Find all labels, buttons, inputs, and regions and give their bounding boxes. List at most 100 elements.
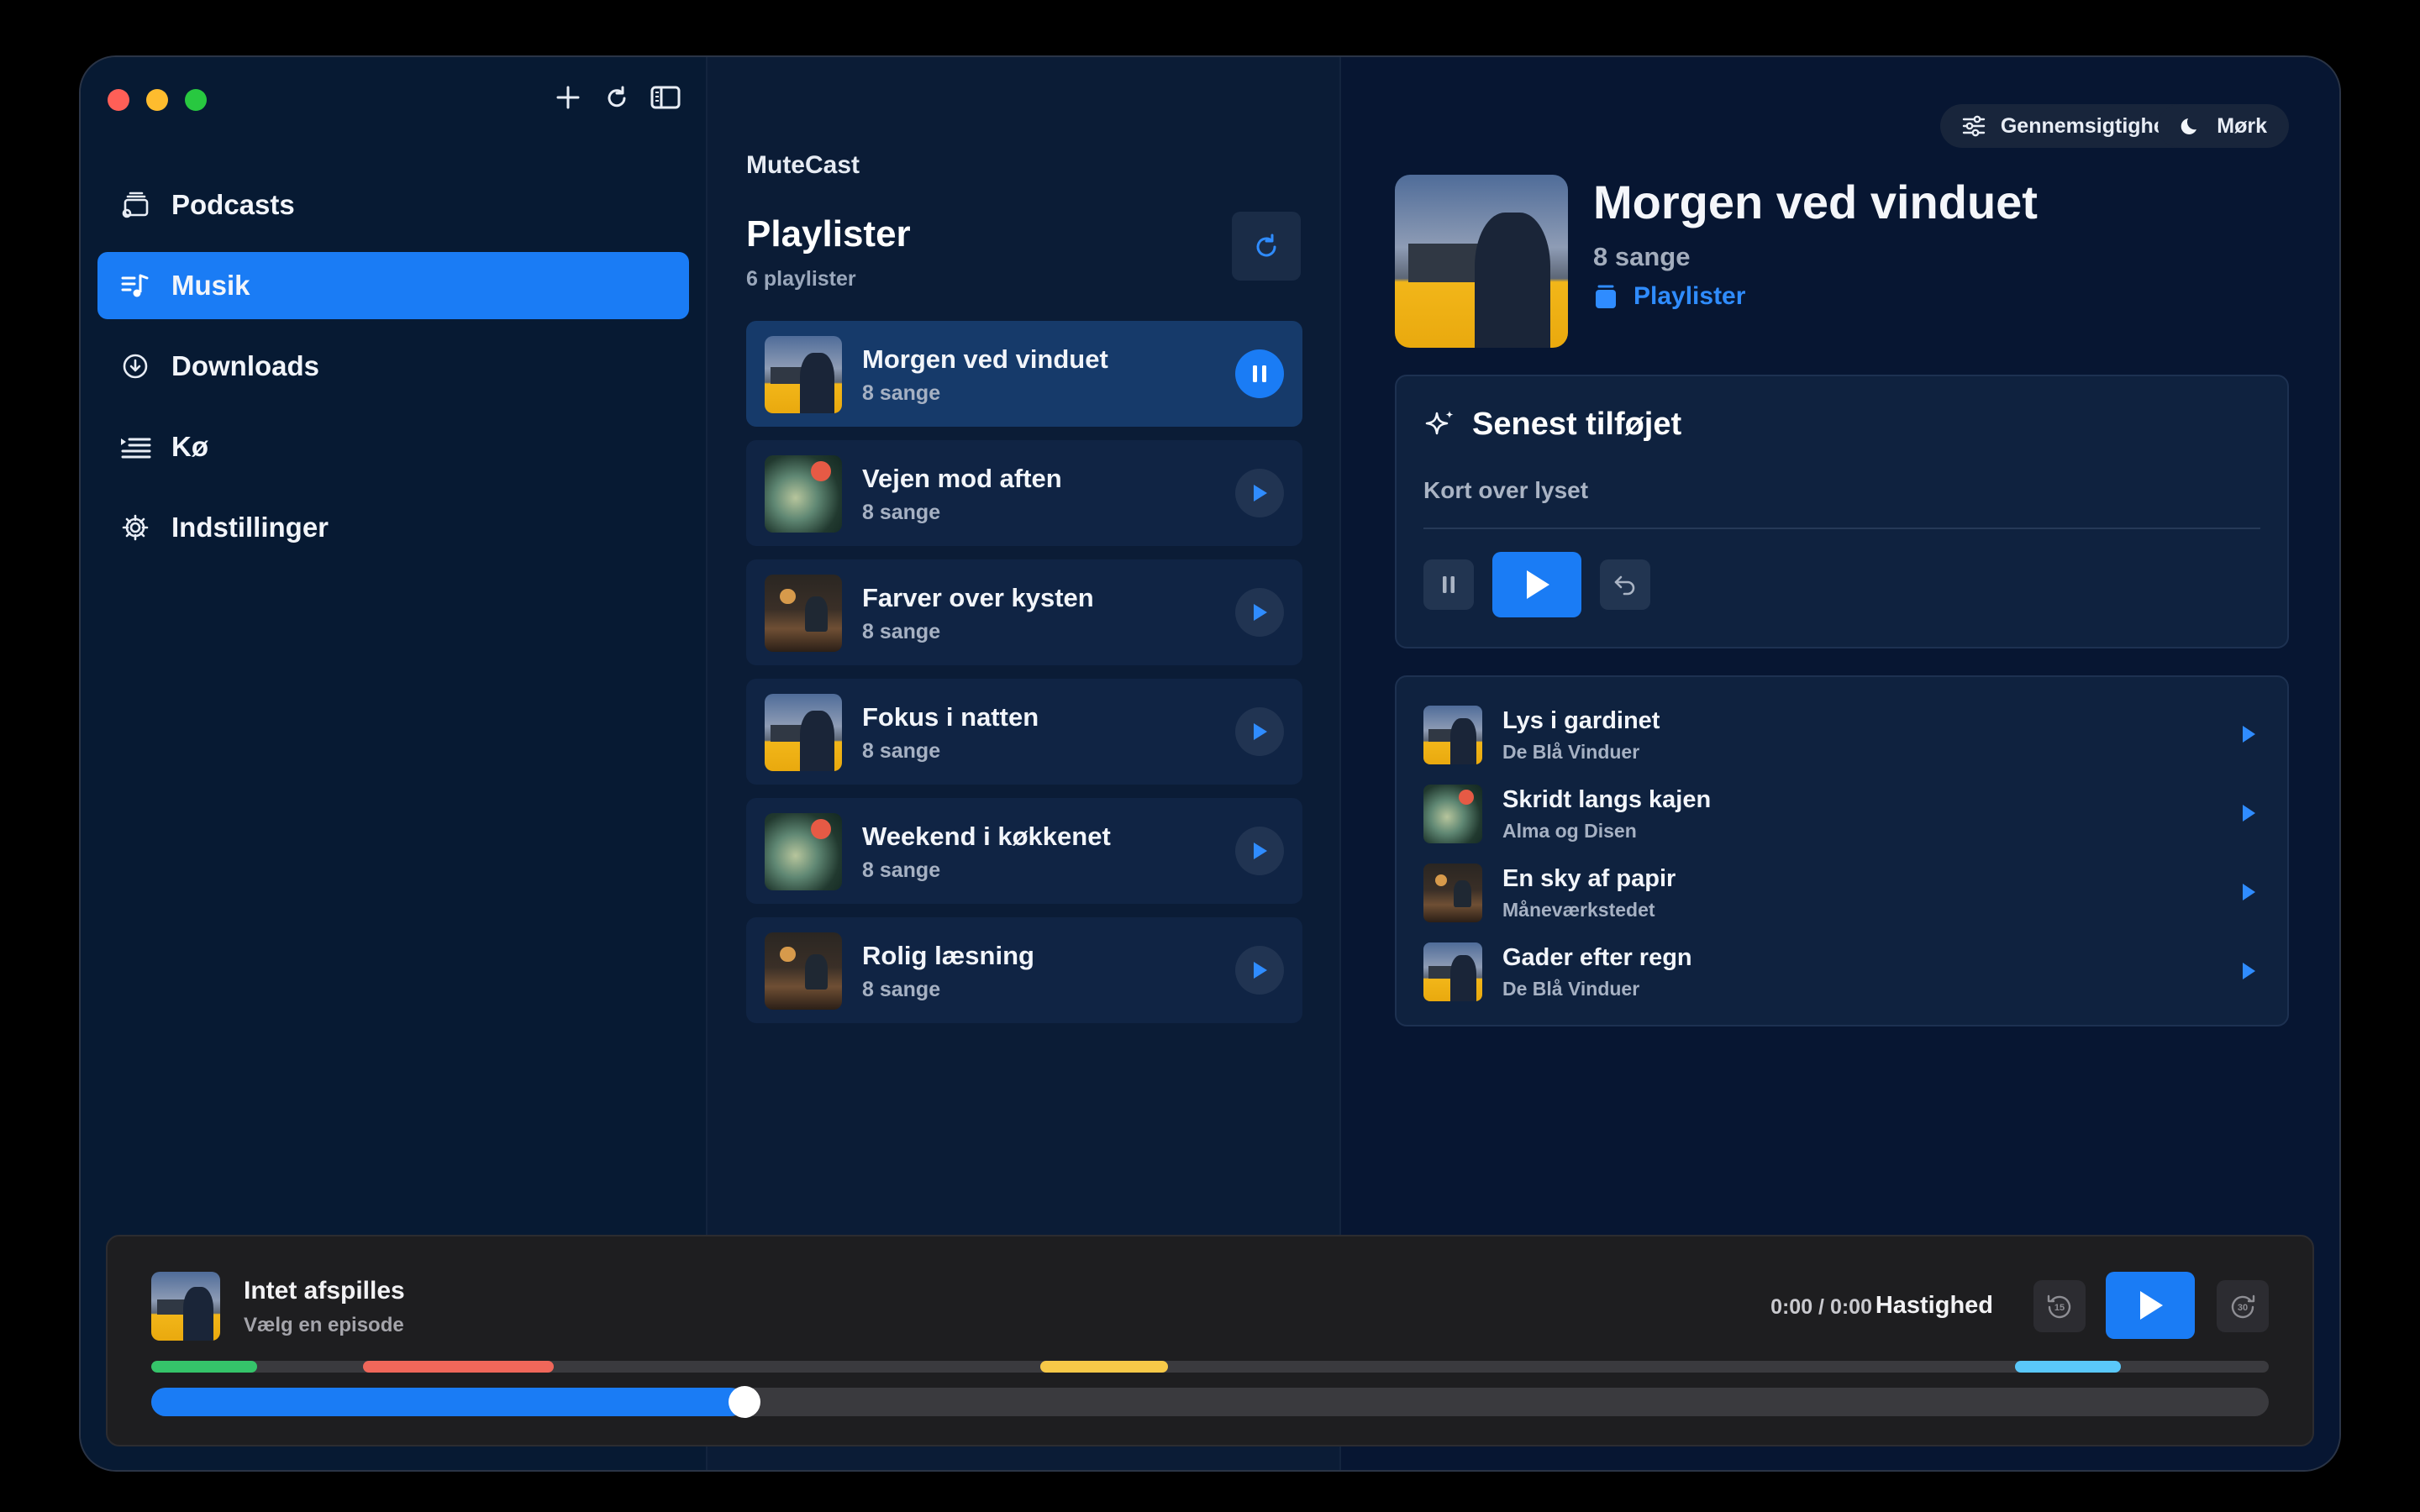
sidebar-toggle-icon[interactable] bbox=[650, 82, 681, 113]
zoom-window-button[interactable] bbox=[185, 89, 207, 111]
pause-icon bbox=[1443, 576, 1455, 593]
moon-icon bbox=[2180, 115, 2202, 137]
recently-added-title: Senest tilføjet bbox=[1423, 407, 1681, 443]
refresh-playlists-button[interactable] bbox=[1232, 212, 1301, 281]
sliders-icon bbox=[1962, 115, 1986, 137]
play-icon bbox=[1254, 485, 1267, 501]
track-name: Skridt langs kajen bbox=[1502, 786, 1712, 813]
track-name: Gader efter regn bbox=[1502, 944, 1692, 971]
play-button[interactable] bbox=[1235, 946, 1284, 995]
track-artwork bbox=[1423, 942, 1482, 1001]
chapter-marker[interactable] bbox=[2014, 1361, 2121, 1373]
sidebar-item-musik[interactable]: Musik bbox=[97, 252, 689, 319]
track-artist: Måneværkstedet bbox=[1502, 899, 1655, 921]
track-row[interactable]: En sky af papir Måneværkstedet bbox=[1423, 862, 2260, 922]
skip-forward-label: 30 bbox=[2238, 1303, 2248, 1313]
playlist-song-count: 8 sange bbox=[862, 978, 941, 1001]
player-bar: Intet afspilles Vælg en episode 0:00 / 0… bbox=[106, 1235, 2314, 1446]
playlist-item[interactable]: Farver over kysten 8 sange bbox=[746, 559, 1302, 665]
skip-back-15-icon: 15 bbox=[2047, 1294, 2071, 1319]
pause-icon bbox=[1253, 365, 1266, 382]
progress-knob[interactable] bbox=[728, 1386, 760, 1418]
sidebar-item-downloads[interactable]: Downloads bbox=[97, 333, 689, 400]
sidebar-item-label: Kø bbox=[171, 431, 208, 462]
close-window-button[interactable] bbox=[108, 89, 129, 111]
undo-icon bbox=[1614, 575, 1635, 596]
add-icon[interactable] bbox=[553, 82, 583, 113]
playlists-link-label: Playlister bbox=[1634, 282, 1746, 310]
playlist-artwork bbox=[765, 694, 842, 771]
divider bbox=[1423, 528, 2260, 529]
skip-back-label: 15 bbox=[2054, 1303, 2065, 1313]
minimize-window-button[interactable] bbox=[146, 89, 168, 111]
play-button[interactable] bbox=[1235, 827, 1284, 875]
playlists-title: Playlister bbox=[746, 213, 911, 255]
playlist-song-count: 8 sange bbox=[862, 381, 941, 405]
playlist-name: Rolig læsning bbox=[862, 941, 1034, 970]
sidebar-item-label: Indstillinger bbox=[171, 512, 329, 543]
music-list-icon bbox=[119, 270, 151, 302]
playlist-name: Vejen mod aften bbox=[862, 464, 1062, 493]
sidebar-item-label: Musik bbox=[171, 270, 250, 301]
playlist-artwork bbox=[765, 813, 842, 890]
undo-button[interactable] bbox=[1600, 559, 1650, 610]
playlist-name: Fokus i natten bbox=[862, 702, 1039, 732]
app-brand: MuteCast bbox=[746, 151, 860, 179]
skip-forward-30-icon: 30 bbox=[2231, 1294, 2255, 1319]
dark-mode-button[interactable]: Mørk bbox=[2158, 104, 2289, 148]
pause-button[interactable] bbox=[1423, 559, 1474, 610]
recently-added-card: Senest tilføjet Kort over lyset bbox=[1395, 375, 2289, 648]
playlist-artwork bbox=[765, 336, 842, 413]
playlist-item[interactable]: Morgen ved vinduet 8 sange bbox=[746, 321, 1302, 427]
playlists-link[interactable]: Playlister bbox=[1593, 282, 1745, 311]
play-icon bbox=[2243, 726, 2255, 743]
playlist-artwork bbox=[765, 575, 842, 652]
track-artwork bbox=[1423, 706, 1482, 764]
playlist-title: Morgen ved vinduet bbox=[1593, 176, 2038, 228]
queue-list-icon bbox=[119, 431, 151, 463]
now-playing-subtitle: Vælg en episode bbox=[244, 1314, 404, 1336]
play-button[interactable] bbox=[1235, 469, 1284, 517]
play-track-button[interactable] bbox=[2237, 880, 2260, 904]
speed-button[interactable]: Hastighed bbox=[1876, 1292, 1993, 1320]
chapter-marker[interactable] bbox=[1040, 1361, 1168, 1373]
sidebar-toolbar bbox=[553, 82, 681, 113]
refresh-icon[interactable] bbox=[602, 82, 632, 113]
play-icon bbox=[1527, 570, 1549, 599]
track-artist: De Blå Vinduer bbox=[1502, 978, 1640, 1000]
progress-slider[interactable] bbox=[151, 1386, 2269, 1418]
play-icon bbox=[1254, 604, 1267, 621]
play-button[interactable] bbox=[1235, 588, 1284, 637]
main-play-button[interactable] bbox=[2106, 1272, 2195, 1339]
track-row[interactable]: Lys i gardinet De Blå Vinduer bbox=[1423, 704, 2260, 764]
sidebar-item-indstillinger[interactable]: Indstillinger bbox=[97, 494, 689, 561]
skip-forward-button[interactable]: 30 bbox=[2217, 1280, 2269, 1332]
playlist-item[interactable]: Vejen mod aften 8 sange bbox=[746, 440, 1302, 546]
sidebar-item-ko[interactable]: Kø bbox=[97, 413, 689, 480]
playlist-item[interactable]: Rolig læsning 8 sange bbox=[746, 917, 1302, 1023]
playlist-song-count: 8 sange bbox=[862, 620, 941, 643]
play-track-button[interactable] bbox=[2237, 722, 2260, 746]
skip-back-button[interactable]: 15 bbox=[2033, 1280, 2086, 1332]
gear-icon bbox=[119, 512, 151, 543]
play-icon bbox=[2243, 963, 2255, 979]
playlist-item[interactable]: Fokus i natten 8 sange bbox=[746, 679, 1302, 785]
refresh-icon bbox=[1256, 234, 1276, 257]
pause-button[interactable] bbox=[1235, 349, 1284, 398]
play-track-button[interactable] bbox=[2237, 959, 2260, 983]
chapter-marker[interactable] bbox=[363, 1361, 554, 1373]
track-artist: De Blå Vinduer bbox=[1502, 741, 1640, 763]
chapter-marker[interactable] bbox=[151, 1361, 257, 1373]
play-button[interactable] bbox=[1492, 552, 1581, 617]
play-button[interactable] bbox=[1235, 707, 1284, 756]
playlist-item[interactable]: Weekend i køkkenet 8 sange bbox=[746, 798, 1302, 904]
recently-added-label: Senest tilføjet bbox=[1472, 407, 1682, 442]
playlist-artwork-large bbox=[1395, 175, 1568, 348]
sidebar-item-podcasts[interactable]: Podcasts bbox=[97, 171, 689, 239]
play-track-button[interactable] bbox=[2237, 801, 2260, 825]
track-row[interactable]: Gader efter regn De Blå Vinduer bbox=[1423, 941, 2260, 1001]
sidebar-item-label: Downloads bbox=[171, 350, 320, 381]
track-name: Lys i gardinet bbox=[1502, 707, 1660, 734]
download-circle-icon bbox=[119, 350, 151, 382]
track-row[interactable]: Skridt langs kajen Alma og Disen bbox=[1423, 783, 2260, 843]
